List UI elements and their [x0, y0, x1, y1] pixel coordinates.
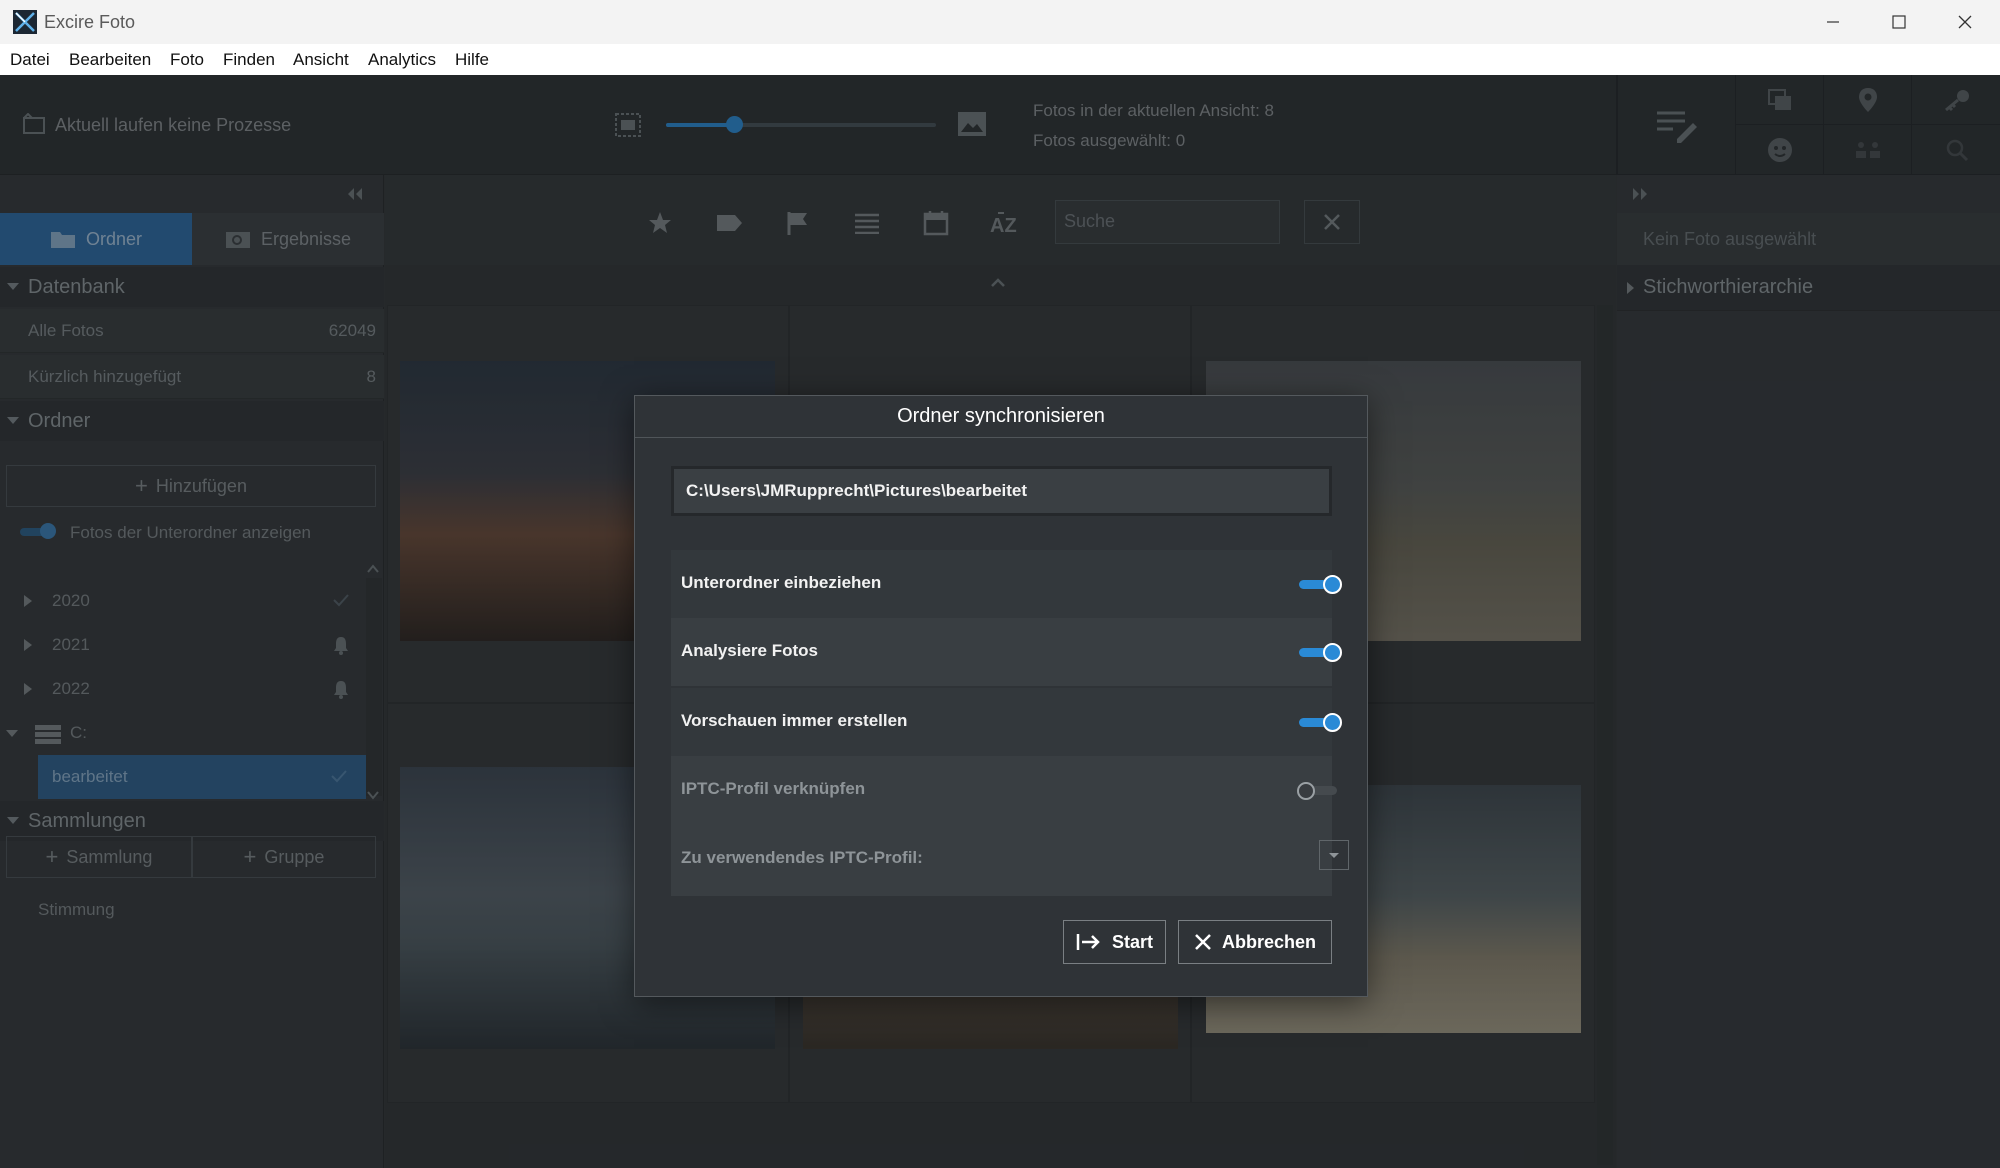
- menu-foto[interactable]: Foto: [170, 50, 204, 70]
- toggle-knob: [1297, 782, 1315, 800]
- option-analyze-photos[interactable]: Analysiere Fotos: [671, 618, 1342, 686]
- menu-bearbeiten[interactable]: Bearbeiten: [69, 50, 151, 70]
- option-label: Analysiere Fotos: [681, 641, 818, 660]
- dialog-title: Ordner synchronisieren: [635, 396, 1367, 438]
- sync-folder-dialog: Ordner synchronisieren C:\Users\JMRuppre…: [634, 395, 1368, 997]
- option-iptc-profile: IPTC-Profil verknüpfen Zu verwendendes I…: [671, 756, 1349, 896]
- app-area: Aktuell laufen keine Prozesse Fotos in d…: [0, 75, 2000, 1168]
- toggle-knob: [1323, 575, 1342, 594]
- close-icon: [1958, 15, 1972, 29]
- title-bar: Excire Foto: [0, 0, 2000, 44]
- menu-analytics[interactable]: Analytics: [368, 50, 436, 70]
- maximize-icon: [1892, 15, 1906, 29]
- minimize-button[interactable]: [1800, 0, 1866, 44]
- menu-finden[interactable]: Finden: [223, 50, 275, 70]
- option-label: IPTC-Profil verknüpfen: [681, 779, 866, 798]
- menu-bar: Datei Bearbeiten Foto Finden Ansicht Ana…: [0, 44, 2000, 75]
- iptc-profile-dropdown[interactable]: [1319, 840, 1349, 870]
- maximize-button[interactable]: [1866, 0, 1932, 44]
- cancel-button-label: Abbrechen: [1221, 931, 1317, 952]
- window-title: Excire Foto: [44, 12, 136, 32]
- toggle-knob: [1323, 713, 1342, 732]
- app-logo-icon: [13, 10, 37, 34]
- option-include-subfolders[interactable]: Unterordner einbeziehen: [671, 550, 1342, 618]
- menu-ansicht[interactable]: Ansicht: [293, 50, 349, 70]
- folder-path-field[interactable]: C:\Users\JMRupprecht\Pictures\bearbeitet: [671, 466, 1332, 516]
- toggle-knob: [1323, 643, 1342, 662]
- start-button-label: Start: [1111, 931, 1153, 952]
- start-button[interactable]: Start: [1063, 920, 1166, 964]
- close-window-button[interactable]: [1932, 0, 1998, 44]
- close-icon: [1195, 934, 1211, 950]
- arrow-right-to-bar-icon: [1076, 934, 1100, 950]
- option-label: Unterordner einbeziehen: [681, 573, 882, 592]
- option-always-create-previews[interactable]: Vorschauen immer erstellen: [671, 688, 1342, 756]
- menu-datei[interactable]: Datei: [10, 50, 50, 70]
- option-label: Vorschauen immer erstellen: [681, 711, 908, 730]
- cancel-button[interactable]: Abbrechen: [1178, 920, 1332, 964]
- minimize-icon: [1827, 21, 1839, 23]
- iptc-profile-label: Zu verwendendes IPTC-Profil:: [681, 848, 923, 867]
- menu-hilfe[interactable]: Hilfe: [455, 50, 489, 70]
- chevron-down-icon: [1329, 853, 1339, 858]
